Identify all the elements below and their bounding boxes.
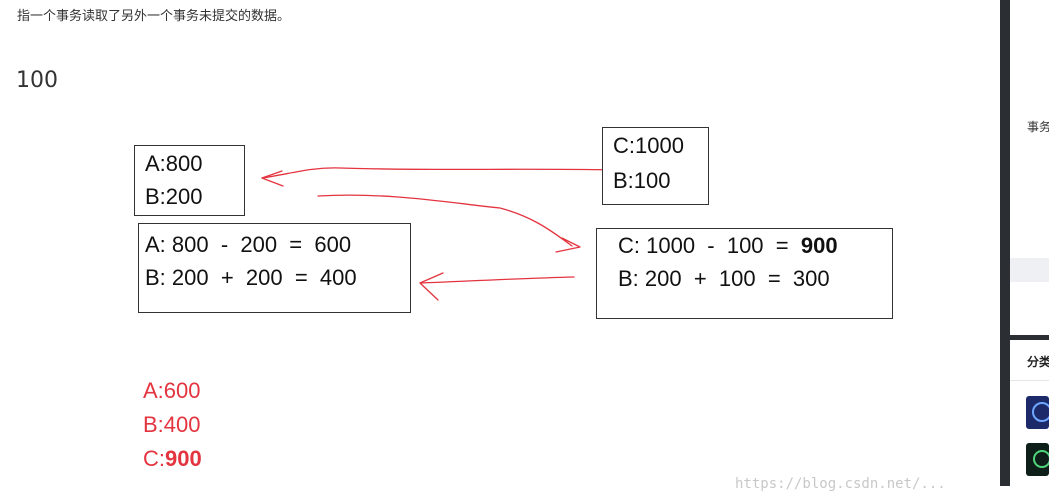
box2-line2: B:100 bbox=[613, 168, 671, 193]
box4-line1: C: 1000 - 100 = 900 bbox=[618, 233, 838, 259]
article-content: 指一个事务读取了另外一个事务未提交的数据。 100 A:800 B:200 C:… bbox=[0, 0, 1000, 492]
arrow-box2-to-box1 bbox=[261, 167, 613, 179]
result-c-prefix: C: bbox=[143, 446, 165, 471]
sidebar-card-text[interactable]: 事务 bbox=[1027, 118, 1049, 135]
balance-box-initial: A:800 B:200 bbox=[134, 145, 245, 216]
box4-line2: B: 200 + 100 = 300 bbox=[618, 266, 830, 291]
result-b: B:400 bbox=[143, 412, 201, 437]
arrowhead-box4 bbox=[555, 237, 581, 253]
result-a: A:600 bbox=[143, 378, 201, 403]
sidebar-card bbox=[1010, 0, 1049, 335]
box3-line2: B: 200 + 200 = 400 bbox=[145, 265, 357, 290]
result-c-value: 900 bbox=[165, 446, 202, 471]
box4-line1-result: 900 bbox=[800, 233, 838, 258]
balance-box-c: C:1000 B:100 bbox=[602, 127, 709, 205]
box2-line1: C:1000 bbox=[613, 133, 684, 158]
box1-line2: B:200 bbox=[145, 184, 203, 209]
calc-box-c: C: 1000 - 100 = 900 B: 200 + 100 = 300 bbox=[596, 228, 893, 319]
watermark: https://blog.csdn.net/... bbox=[735, 476, 946, 492]
arrow-box4-to-box3 bbox=[419, 276, 575, 284]
dirty-read-diagram: A:800 B:200 C:1000 B:100 A: 800 - 200 = … bbox=[0, 0, 1000, 492]
sidebar-separator bbox=[1010, 380, 1049, 381]
thumbnail-blue-icon bbox=[1032, 402, 1049, 422]
result-c: C:900 bbox=[143, 446, 202, 480]
box1-line1: A:800 bbox=[145, 151, 203, 176]
calc-box-a: A: 800 - 200 = 600 B: 200 + 200 = 400 bbox=[138, 223, 411, 313]
arrowhead-box1 bbox=[261, 170, 284, 187]
thumbnail-green-icon bbox=[1033, 450, 1049, 468]
sidebar-band bbox=[1010, 258, 1049, 282]
category-thumbnail-2[interactable] bbox=[1026, 443, 1049, 476]
arrowhead-box3 bbox=[419, 272, 444, 301]
sidebar-category-title: 分类 bbox=[1027, 355, 1049, 369]
box3-line1: A: 800 - 200 = 600 bbox=[145, 232, 352, 257]
result-list: A:600 B:400 C:900 bbox=[143, 378, 202, 480]
box4-line1-prefix: C: 1000 - 100 = bbox=[618, 233, 801, 258]
category-thumbnail-1[interactable] bbox=[1026, 396, 1049, 429]
